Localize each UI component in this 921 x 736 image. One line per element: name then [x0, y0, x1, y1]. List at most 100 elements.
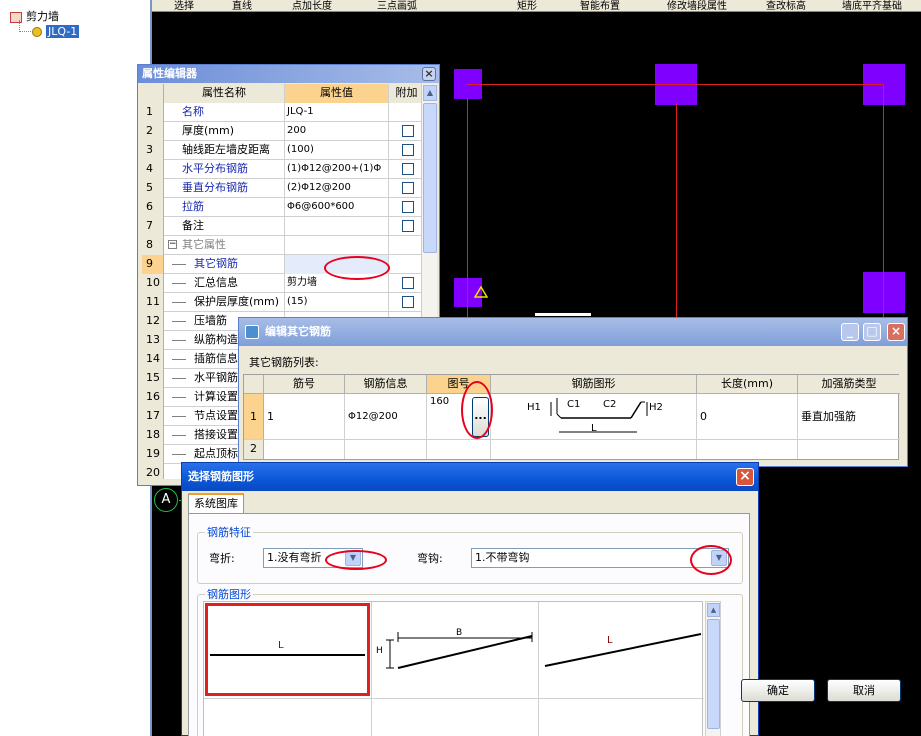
- shape-gallery: L B H L: [203, 601, 704, 736]
- toolbar-point-length[interactable]: 点加长度: [292, 0, 332, 11]
- property-name: 拉筋: [164, 198, 285, 217]
- property-value[interactable]: Φ6@600*600: [285, 198, 389, 217]
- property-name-text: 节点设置: [194, 409, 238, 422]
- wall-line[interactable]: [467, 98, 468, 318]
- tab-system-library[interactable]: 系统图库: [188, 493, 244, 513]
- cancel-button[interactable]: 取消: [827, 679, 901, 702]
- minimize-icon[interactable]: _: [841, 323, 859, 341]
- edit-rebar-titlebar[interactable]: 编辑其它钢筋: [239, 318, 907, 346]
- component-gear-icon: [32, 27, 42, 37]
- rebar-cell-info[interactable]: Φ12@200: [345, 394, 427, 440]
- tree-line: [172, 416, 186, 417]
- property-row-num: 13: [142, 331, 164, 350]
- property-name-text: 备注: [182, 219, 204, 232]
- tree-node-jlq1[interactable]: JLQ-1: [32, 25, 80, 38]
- rebar-cell-info[interactable]: [345, 440, 427, 459]
- toolbar-line[interactable]: 直线: [232, 0, 252, 11]
- property-editor-titlebar[interactable]: 属性编辑器: [138, 65, 439, 83]
- rebar-header-barno: 筋号: [264, 375, 345, 394]
- property-value[interactable]: [285, 236, 389, 255]
- bend-label: 弯折:: [209, 552, 235, 565]
- toolbar-select[interactable]: 选择: [174, 0, 194, 11]
- toolbar-rectangle[interactable]: 矩形: [517, 0, 537, 11]
- close-icon[interactable]: ×: [422, 67, 436, 81]
- property-value[interactable]: (100): [285, 141, 389, 160]
- property-editor-title: 属性编辑器: [142, 67, 197, 80]
- shape-option-inclined[interactable]: L: [539, 602, 704, 698]
- property-row[interactable]: 2 厚度(mm) 200: [142, 122, 424, 141]
- rebar-cell-length[interactable]: [697, 440, 798, 459]
- rebar-cell-type[interactable]: [798, 440, 900, 459]
- property-row[interactable]: 3 轴线距左墙皮距离 (100): [142, 141, 424, 160]
- shape-option-straight[interactable]: L: [205, 603, 370, 696]
- property-row-num: 7: [142, 217, 164, 236]
- property-value[interactable]: 200: [285, 122, 389, 141]
- column-block[interactable]: [863, 272, 905, 313]
- property-name-text: 起点顶标: [194, 447, 238, 460]
- edit-other-rebar-window: 编辑其它钢筋 _ □ × 其它钢筋列表: 筋号 钢筋信息 图号 钢筋图形 长度(…: [238, 317, 908, 467]
- toolbar-three-point-arc[interactable]: 三点画弧: [377, 0, 417, 11]
- rebar-cell-type[interactable]: 垂直加强筋: [798, 394, 900, 440]
- property-row[interactable]: 8− 其它属性: [142, 236, 424, 255]
- property-checkbox[interactable]: [402, 182, 414, 194]
- shape-option-sloped[interactable]: B H: [372, 602, 538, 698]
- scroll-up-icon[interactable]: ▲: [423, 85, 437, 101]
- property-checkbox[interactable]: [402, 201, 414, 213]
- folder-icon: [10, 11, 22, 23]
- rebar-cell-figno[interactable]: [427, 440, 491, 459]
- property-row[interactable]: 4 水平分布钢筋 (1)Φ12@200+(1)Φ: [142, 160, 424, 179]
- drawing-toolbar: 选择 直线 点加长度 三点画弧 矩形 智能布置 修改墙段属性 查改标高 墙底平齐…: [152, 0, 921, 12]
- property-checkbox[interactable]: [402, 163, 414, 175]
- toolbar-wall-bottom[interactable]: 墙底平齐基础: [842, 0, 902, 11]
- close-icon[interactable]: ×: [736, 468, 754, 486]
- scroll-up-icon[interactable]: ▲: [707, 603, 720, 617]
- property-name: 备注: [164, 217, 285, 236]
- ok-button[interactable]: 确定: [741, 679, 815, 702]
- tree-node-shear-wall[interactable]: 剪力墙: [10, 8, 59, 24]
- sloped-bar-drawing: [386, 632, 533, 669]
- property-checkbox[interactable]: [402, 296, 414, 308]
- select-shape-titlebar[interactable]: 选择钢筋图形: [182, 463, 758, 491]
- property-row[interactable]: 5 垂直分布钢筋 (2)Φ12@200: [142, 179, 424, 198]
- property-checkbox[interactable]: [402, 144, 414, 156]
- property-checkbox[interactable]: [402, 125, 414, 137]
- property-row[interactable]: 11 保护层厚度(mm) (15): [142, 293, 424, 312]
- property-value[interactable]: (1)Φ12@200+(1)Φ: [285, 160, 389, 179]
- collapse-icon[interactable]: −: [168, 240, 177, 249]
- scroll-thumb[interactable]: [423, 103, 437, 253]
- rebar-cell-barno[interactable]: [264, 440, 345, 459]
- property-name: 轴线距左墙皮距离: [164, 141, 285, 160]
- shape-label-l: L: [591, 423, 597, 434]
- property-row-num: 1: [142, 103, 164, 122]
- toolbar-smart-layout[interactable]: 智能布置: [580, 0, 620, 11]
- property-row[interactable]: 10 汇总信息 剪力墙: [142, 274, 424, 293]
- property-checkbox[interactable]: [402, 277, 414, 289]
- tree-line: [172, 454, 186, 455]
- property-value[interactable]: (2)Φ12@200: [285, 179, 389, 198]
- scroll-thumb[interactable]: [707, 619, 720, 729]
- property-row-num: 11: [142, 293, 164, 312]
- property-name-text: 水平分布钢筋: [182, 162, 248, 175]
- rebar-cell-barno[interactable]: 1: [264, 394, 345, 440]
- property-row-num: 10: [142, 274, 164, 293]
- close-icon[interactable]: ×: [887, 323, 905, 341]
- property-value[interactable]: JLQ-1: [285, 103, 389, 122]
- property-name: 其它钢筋: [164, 255, 285, 274]
- gallery-scrollbar[interactable]: ▲: [705, 601, 721, 736]
- rebar-cell-shape: H1 C1 C2 H2 L: [491, 394, 697, 440]
- property-checkbox[interactable]: [402, 220, 414, 232]
- property-row[interactable]: 6 拉筋 Φ6@600*600: [142, 198, 424, 217]
- property-row[interactable]: 7 备注: [142, 217, 424, 236]
- wall-line[interactable]: [676, 104, 677, 318]
- property-row[interactable]: 1 名称 JLQ-1: [142, 103, 424, 122]
- property-value[interactable]: (15): [285, 293, 389, 312]
- rebar-cell-length[interactable]: 0: [697, 394, 798, 440]
- toolbar-modify-wall[interactable]: 修改墙段属性: [667, 0, 727, 11]
- maximize-icon[interactable]: □: [863, 323, 881, 341]
- wall-line[interactable]: [883, 84, 884, 318]
- wall-line[interactable]: [467, 84, 883, 85]
- rebar-table: 筋号 钢筋信息 图号 钢筋图形 长度(mm) 加强筋类型 1 1 Φ12@200…: [243, 374, 900, 460]
- property-value[interactable]: [285, 217, 389, 236]
- toolbar-elevation[interactable]: 查改标高: [766, 0, 806, 11]
- shape-label-h: H: [376, 646, 383, 656]
